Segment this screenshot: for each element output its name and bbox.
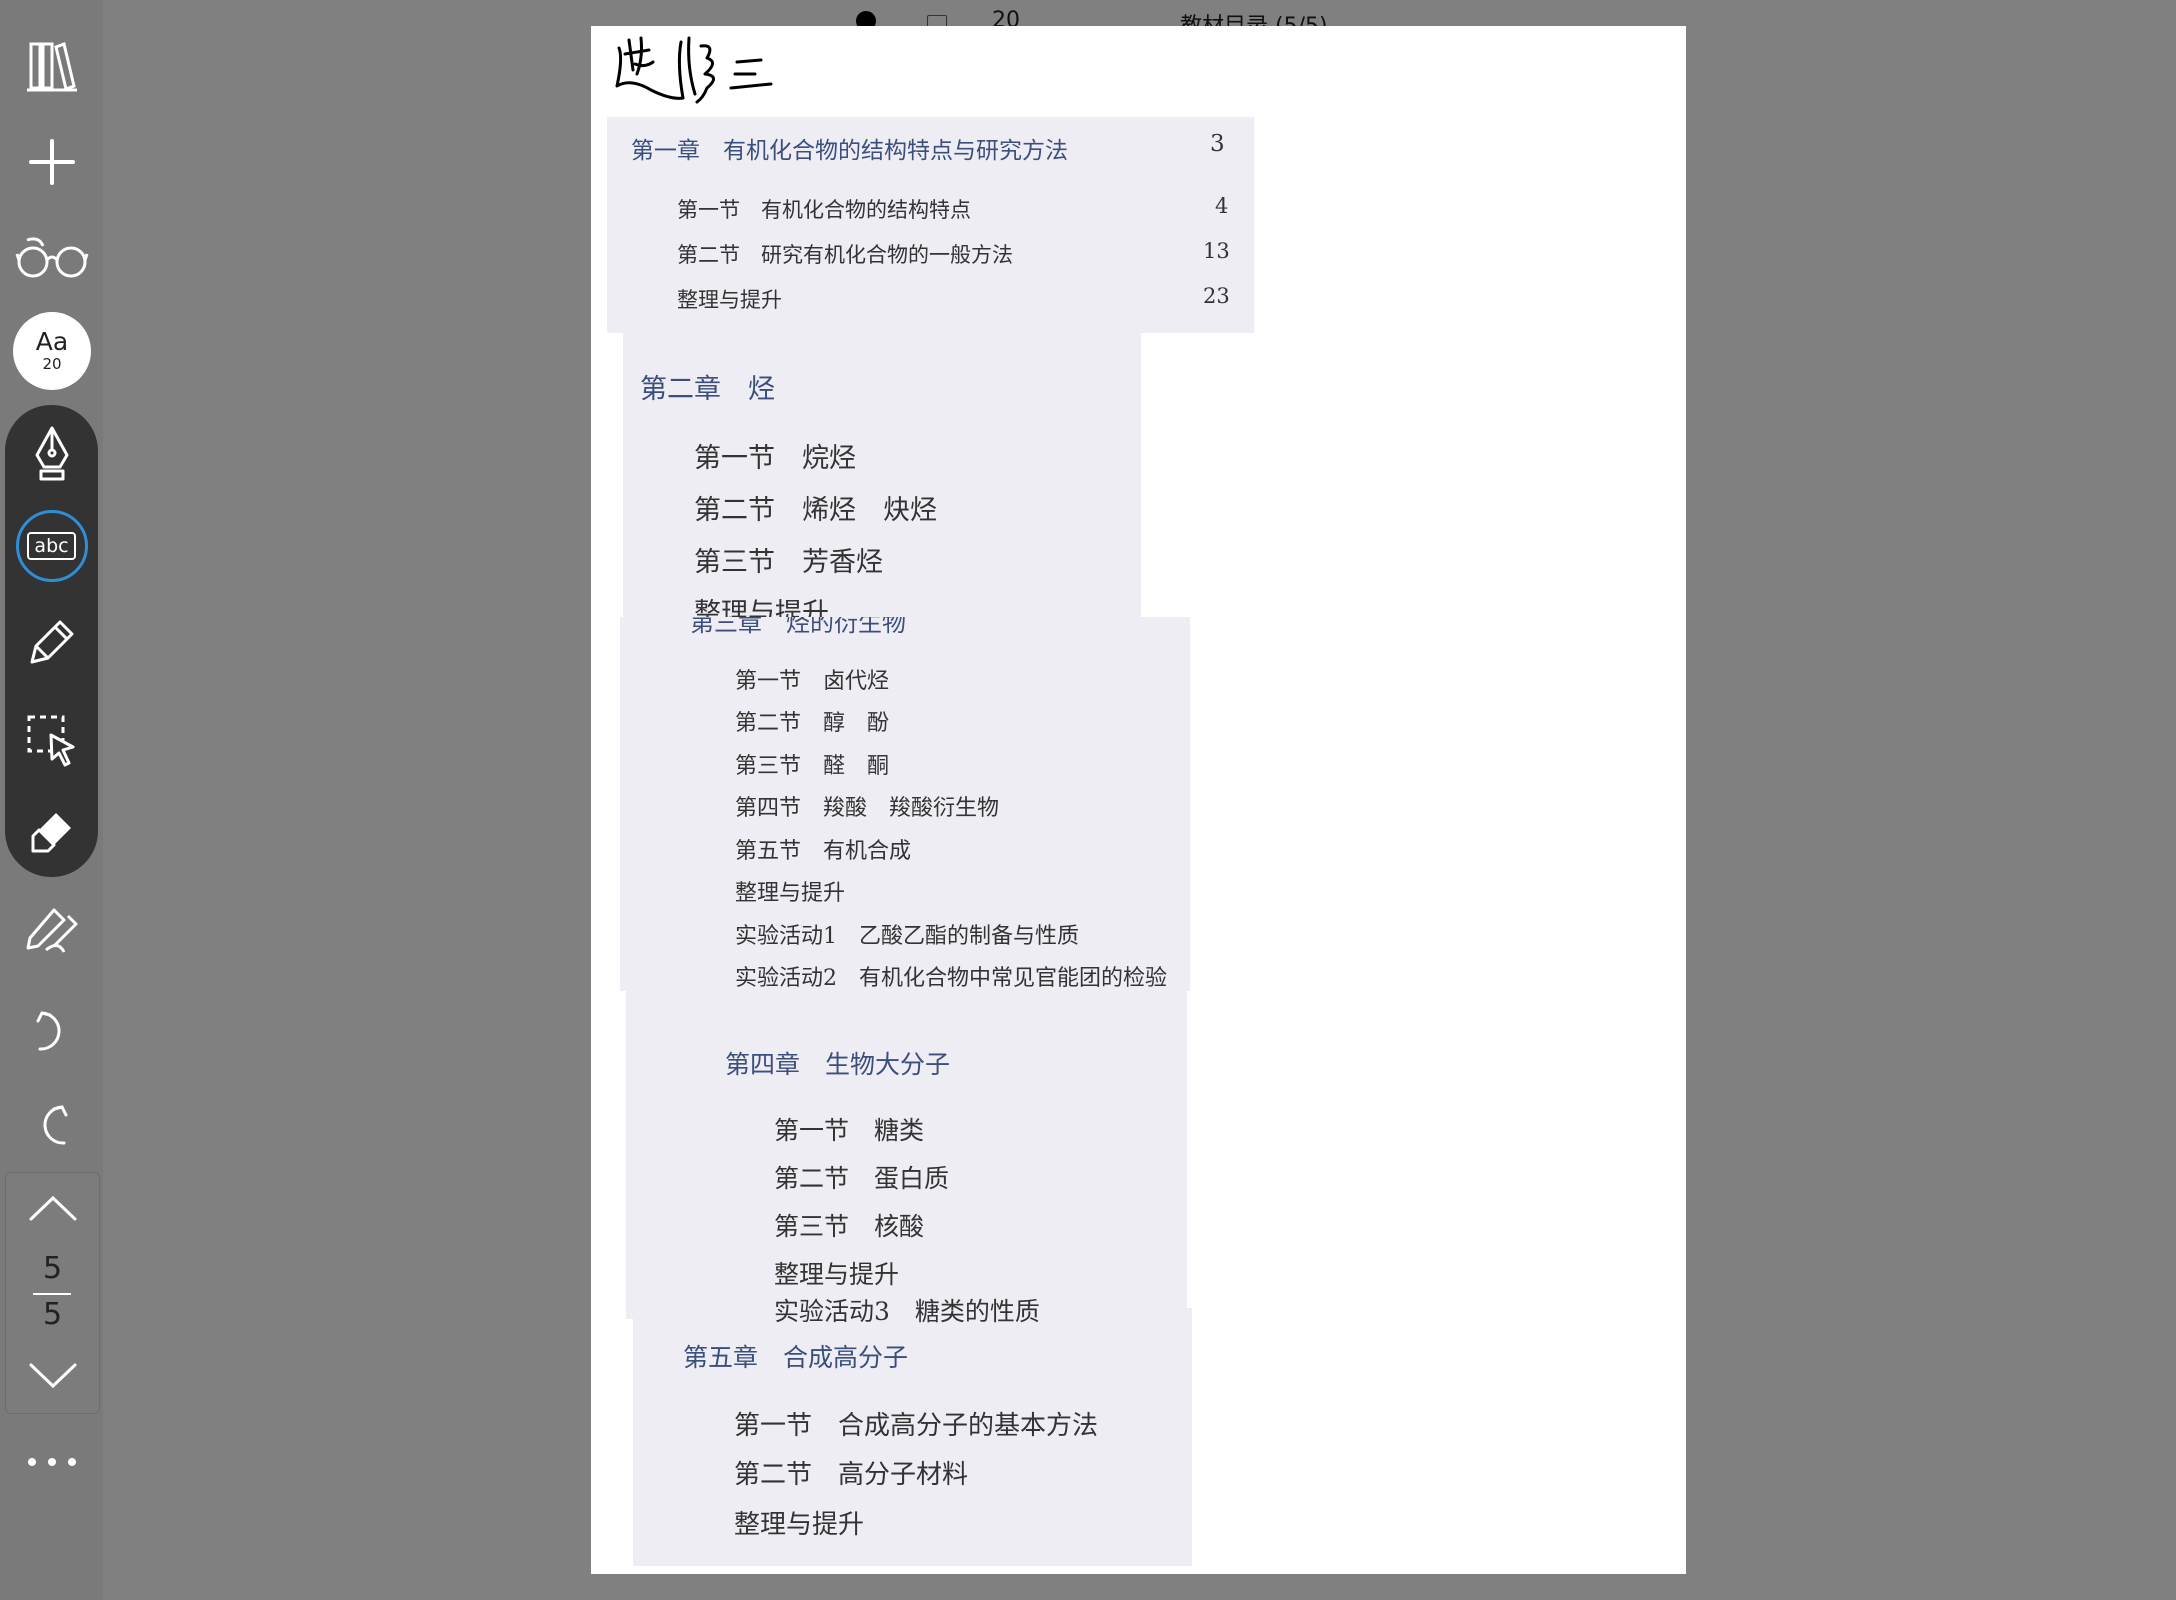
font-size-button[interactable]: Aa 20	[13, 312, 91, 390]
reading-mode-button[interactable]	[0, 211, 103, 303]
chapter1-block: 第一章 有机化合物的结构特点与研究方法 3 第一节 有机化合物的结构特点 4 第…	[607, 117, 1254, 333]
chapter5-title[interactable]: 第五章 合成高分子	[683, 1338, 908, 1374]
library-button[interactable]	[0, 20, 103, 112]
chapter3-section1[interactable]: 第一节 卤代烃	[735, 663, 889, 695]
handwritten-title-strokes	[615, 36, 773, 104]
chapter3-section5[interactable]: 第五节 有机合成	[735, 833, 911, 865]
text-box-icon: abc	[27, 532, 76, 560]
lasso-select-icon	[27, 715, 74, 767]
chapter1-section1[interactable]: 第一节 有机化合物的结构特点	[677, 194, 971, 224]
chapter3-title[interactable]: 第三章 烃的衍生物	[690, 617, 906, 638]
font-size-label: Aa	[35, 327, 69, 356]
lasso-select-button[interactable]	[0, 694, 103, 786]
left-toolbar: Aa 20 abc 5 5	[0, 0, 103, 1600]
chapter4-section3[interactable]: 第三节 核酸	[774, 1207, 924, 1243]
eraser-icon	[31, 813, 71, 853]
undo-icon	[36, 1011, 61, 1051]
multi-pen-icon	[26, 908, 77, 953]
chapter4-section5[interactable]: 实验活动3 糖类的性质	[774, 1292, 1040, 1328]
notebook-page[interactable]: 第一章 有机化合物的结构特点与研究方法 3 第一节 有机化合物的结构特点 4 第…	[591, 26, 1686, 1574]
chapter1-title[interactable]: 第一章 有机化合物的结构特点与研究方法	[631, 131, 1068, 165]
library-icon	[26, 41, 77, 92]
glasses-icon	[15, 237, 88, 278]
more-options-button[interactable]	[0, 1416, 103, 1508]
chapter3-section4[interactable]: 第四节 羧酸 羧酸衍生物	[735, 790, 999, 822]
chapter4-title[interactable]: 第四章 生物大分子	[725, 1045, 950, 1081]
chapter2-title[interactable]: 第二章 烃	[640, 367, 775, 406]
chapter5-section3[interactable]: 整理与提升	[734, 1504, 864, 1541]
redo-icon	[42, 1105, 67, 1145]
chapter2-section3[interactable]: 第三节 芳香烃	[694, 540, 883, 579]
pen-settings-button[interactable]	[0, 885, 103, 977]
more-dots-icon	[27, 1458, 76, 1466]
next-page-button[interactable]	[6, 1351, 99, 1401]
chapter5-block: 第五章 合成高分子 第一节 合成高分子的基本方法 第二节 高分子材料 整理与提升	[633, 1308, 1192, 1566]
chapter4-section1[interactable]: 第一节 糖类	[774, 1111, 924, 1147]
page-navigator: 5 5	[5, 1172, 100, 1414]
total-pages-number: 5	[42, 1297, 63, 1332]
undo-button[interactable]	[0, 984, 103, 1076]
chapter5-section1[interactable]: 第一节 合成高分子的基本方法	[734, 1405, 1098, 1442]
chapter4-section4[interactable]: 整理与提升	[774, 1255, 899, 1291]
chapter4-section2[interactable]: 第二节 蛋白质	[774, 1159, 949, 1195]
chapter2-section1[interactable]: 第一节 烷烃	[694, 436, 856, 475]
previous-page-button[interactable]	[6, 1183, 99, 1233]
current-page-number: 5	[42, 1251, 63, 1286]
plus-icon	[28, 139, 75, 185]
handwritten-title	[611, 28, 781, 108]
page-fraction-divider	[33, 1293, 71, 1295]
eraser-tool-button[interactable]	[0, 786, 103, 878]
text-tool-button[interactable]: abc	[0, 500, 103, 592]
chapter3-section7[interactable]: 实验活动1 乙酸乙酯的制备与性质	[735, 918, 1079, 950]
chapter3-section6[interactable]: 整理与提升	[735, 875, 845, 907]
redo-button[interactable]	[0, 1078, 103, 1170]
chapter3-block: 第三章 烃的衍生物 第一节 卤代烃 第二节 醇 酚 第三节 醛 酮 第四节 羧酸…	[620, 617, 1190, 991]
chapter1-section3-page: 23	[1203, 284, 1230, 308]
fountain-pen-icon	[35, 426, 68, 481]
add-page-button[interactable]	[0, 116, 103, 208]
chapter2-section2[interactable]: 第二节 烯烃 炔烃	[694, 488, 937, 527]
highlighter-tool-button[interactable]	[0, 596, 103, 688]
chapter3-section8[interactable]: 实验活动2 有机化合物中常见官能团的检验	[735, 960, 1167, 991]
chapter4-block: 第四章 生物大分子 第一节 糖类 第二节 蛋白质 第三节 核酸 整理与提升	[626, 991, 1187, 1319]
chapter3-section2[interactable]: 第二节 醇 酚	[735, 705, 889, 737]
chapter2-block: 第二章 烃 第一节 烷烃 第二节 烯烃 炔烃 第三节 芳香烃 整理与提升	[623, 333, 1141, 641]
chevron-up-icon	[29, 1195, 76, 1221]
chapter1-page: 3	[1210, 131, 1225, 157]
highlighter-icon	[30, 620, 73, 664]
chapter1-section3[interactable]: 整理与提升	[677, 284, 782, 314]
chapter3-section3[interactable]: 第三节 醛 酮	[735, 748, 889, 780]
chevron-down-icon	[29, 1363, 76, 1389]
text-tool-ring: abc	[15, 510, 88, 582]
chapter1-section2-page: 13	[1203, 239, 1230, 263]
chapter5-section2[interactable]: 第二节 高分子材料	[734, 1454, 968, 1491]
chapter1-section2[interactable]: 第二节 研究有机化合物的一般方法	[677, 239, 1013, 269]
pen-tool-button[interactable]	[0, 408, 103, 500]
chapter1-section1-page: 4	[1215, 194, 1229, 218]
font-size-value: 20	[42, 355, 62, 373]
